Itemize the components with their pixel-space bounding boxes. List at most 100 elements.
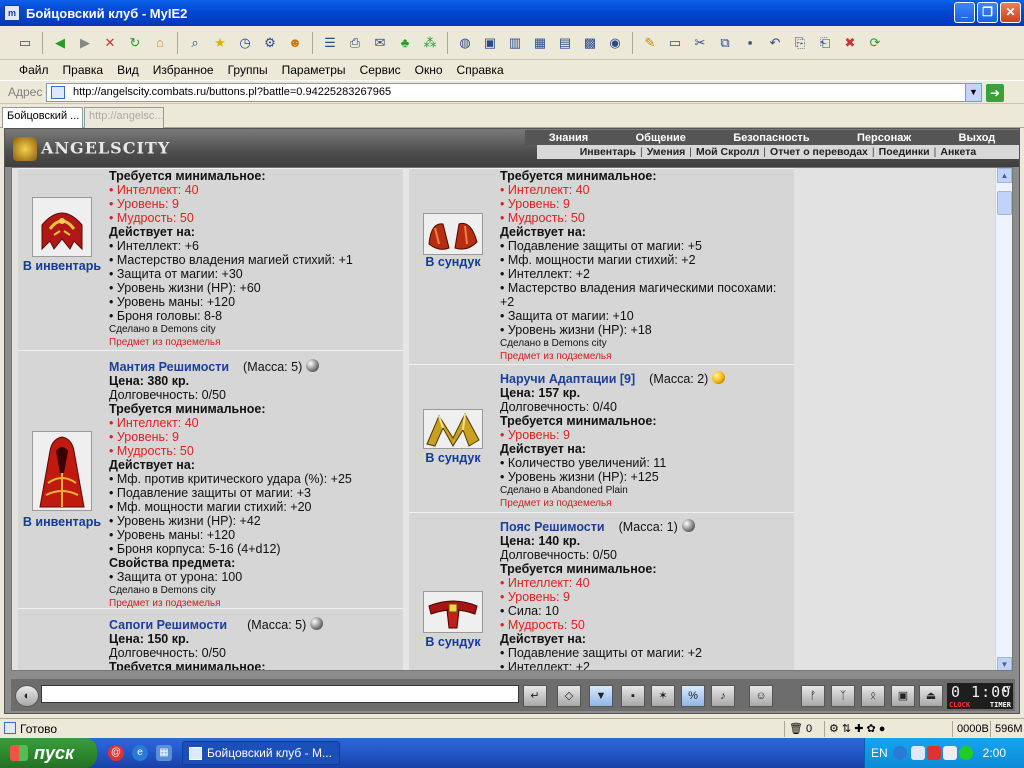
paste-icon[interactable]: ⎗ xyxy=(814,32,836,54)
to-inventory-link[interactable]: В инвентарь xyxy=(18,259,106,273)
nav-character[interactable]: Персонаж xyxy=(857,132,911,144)
quicklaunch-mail-icon[interactable]: @ xyxy=(108,745,124,761)
history-icon[interactable]: ◷ xyxy=(234,32,256,54)
tray-browser-icon[interactable] xyxy=(911,746,925,760)
favorites-icon[interactable]: ★ xyxy=(209,32,231,54)
to-inventory-link[interactable]: В инвентарь xyxy=(18,515,106,529)
group-icon[interactable]: ⁂ xyxy=(419,32,441,54)
tree-icon[interactable]: ♣ xyxy=(394,32,416,54)
undo-icon[interactable]: ↶ xyxy=(764,32,786,54)
clip-icon[interactable]: ⎘ xyxy=(789,32,811,54)
subnav-skills[interactable]: Умения xyxy=(647,146,686,158)
fighter-icon[interactable]: ✶ xyxy=(651,685,675,707)
site-logo[interactable]: ANGELSCITY xyxy=(13,137,170,161)
menu-groups[interactable]: Группы xyxy=(221,63,275,77)
item-name[interactable]: Пояс Решимости xyxy=(500,520,605,534)
frame-icon[interactable]: ▦ xyxy=(529,32,551,54)
page-icon[interactable]: ☰ xyxy=(319,32,341,54)
item-name[interactable]: Мантия Решимости xyxy=(109,360,229,374)
close-button[interactable]: ✕ xyxy=(1000,2,1021,23)
chat-input[interactable] xyxy=(41,685,519,703)
vertical-scrollbar[interactable]: ▲ ▼ xyxy=(995,168,1012,670)
item-name[interactable]: Сапоги Решимости xyxy=(109,618,227,632)
scroll-thumb[interactable] xyxy=(997,191,1012,215)
menu-options[interactable]: Параметры xyxy=(275,63,353,77)
percent-icon[interactable]: % xyxy=(681,685,705,707)
subnav-inventory[interactable]: Инвентарь xyxy=(580,146,636,158)
sync-icon[interactable]: ⟳ xyxy=(864,32,886,54)
home-icon[interactable]: ⌂ xyxy=(149,32,171,54)
tab-combats[interactable]: Бойцовский ... xyxy=(2,107,83,128)
taskbar-window-button[interactable]: Бойцовский клуб - M... xyxy=(182,741,340,765)
refresh-icon[interactable]: ↻ xyxy=(124,32,146,54)
chat-mode-icon[interactable]: ◐ xyxy=(15,685,39,707)
forward-icon[interactable]: ▶ xyxy=(74,32,96,54)
subnav-fights[interactable]: Поединки xyxy=(879,146,930,158)
window-icon[interactable]: ▣ xyxy=(479,32,501,54)
address-dropdown-icon[interactable]: ▼ xyxy=(965,84,981,101)
film-icon[interactable]: ▩ xyxy=(579,32,601,54)
send-icon[interactable]: ↵ xyxy=(523,685,547,707)
rune-icon-3[interactable]: ᛟ xyxy=(861,685,885,707)
cut-icon[interactable]: ✂ xyxy=(689,32,711,54)
globe-icon[interactable]: ◍ xyxy=(454,32,476,54)
network-icon[interactable]: ◉ xyxy=(604,32,626,54)
save-icon[interactable]: ▪ xyxy=(739,32,761,54)
menu-window[interactable]: Окно xyxy=(408,63,450,77)
tray-messenger-icon[interactable] xyxy=(959,746,973,760)
picture-icon[interactable]: ▤ xyxy=(554,32,576,54)
tray-volume-icon[interactable] xyxy=(943,746,957,760)
go-button[interactable]: ➜ xyxy=(986,84,1004,102)
smile-icon[interactable]: ☺ xyxy=(749,685,773,707)
user-icon[interactable]: ☻ xyxy=(284,32,306,54)
menu-favorites[interactable]: Избранное xyxy=(146,63,221,77)
back-icon[interactable]: ◀ xyxy=(49,32,71,54)
nav-knowledge[interactable]: Знания xyxy=(549,132,588,144)
form-icon[interactable]: ▭ xyxy=(664,32,686,54)
subnav-profile[interactable]: Анкета xyxy=(940,146,976,158)
to-chest-link[interactable]: В сундук xyxy=(409,635,497,649)
address-input[interactable]: http://angelscity.combats.ru/buttons.pl?… xyxy=(46,83,982,102)
scroll-up-icon[interactable]: ▲ xyxy=(997,168,1012,183)
quicklaunch-ie-icon[interactable]: e xyxy=(132,745,148,761)
delete-icon[interactable]: ✖ xyxy=(839,32,861,54)
scroll-down-icon[interactable]: ▼ xyxy=(997,657,1012,670)
trash-icon[interactable]: 🗑 0 xyxy=(784,721,812,737)
save-log-icon[interactable]: ▪ xyxy=(621,685,645,707)
new-page-icon[interactable]: ▭ xyxy=(14,32,36,54)
subnav-scroll[interactable]: Мой Скролл xyxy=(696,146,759,158)
rune-icon-2[interactable]: ᛉ xyxy=(831,685,855,707)
edit-icon[interactable]: ✎ xyxy=(639,32,661,54)
nav-security[interactable]: Безопасность xyxy=(733,132,809,144)
tray-antivirus-icon[interactable] xyxy=(927,746,941,760)
language-indicator[interactable]: EN xyxy=(871,746,888,760)
maximize-button[interactable]: ❐ xyxy=(977,2,998,23)
item-name[interactable]: Наручи Адаптации [9] xyxy=(500,372,635,386)
menu-help[interactable]: Справка xyxy=(450,63,511,77)
tray-network-icon[interactable] xyxy=(893,746,907,760)
tray-clock[interactable]: 2:00 xyxy=(983,746,1006,760)
print-icon[interactable]: ⎙ xyxy=(344,32,366,54)
tab-angelscity[interactable]: http://angelsc... xyxy=(84,107,164,128)
stop-icon[interactable]: ✕ xyxy=(99,32,121,54)
search-icon[interactable]: ⌕ xyxy=(184,32,206,54)
mail-icon[interactable]: ✉ xyxy=(369,32,391,54)
layout-icon[interactable]: ▥ xyxy=(504,32,526,54)
quicklaunch-desktop-icon[interactable]: ▦ xyxy=(156,745,172,761)
sound-icon[interactable]: ♪ xyxy=(711,685,735,707)
menu-view[interactable]: Вид xyxy=(110,63,146,77)
window-title-bar[interactable]: m Бойцовский клуб - MyIE2 _ ❐ ✕ xyxy=(0,0,1024,26)
to-chest-link[interactable]: В сундук xyxy=(409,255,497,269)
copy-icon[interactable]: ⧉ xyxy=(714,32,736,54)
filter-icon[interactable]: ▼ xyxy=(589,685,613,707)
exit-icon[interactable]: ⏏ xyxy=(919,685,943,707)
collector-icon[interactable]: ⚙ xyxy=(259,32,281,54)
minimize-button[interactable]: _ xyxy=(954,2,975,23)
menu-file[interactable]: Файл xyxy=(12,63,56,77)
lock-icon[interactable]: ▣ xyxy=(891,685,915,707)
nav-communication[interactable]: Общение xyxy=(636,132,686,144)
nav-exit[interactable]: Выход xyxy=(959,132,996,144)
start-button[interactable]: пуск xyxy=(0,738,97,768)
eraser-icon[interactable]: ◇ xyxy=(557,685,581,707)
to-chest-link[interactable]: В сундук xyxy=(409,451,497,465)
